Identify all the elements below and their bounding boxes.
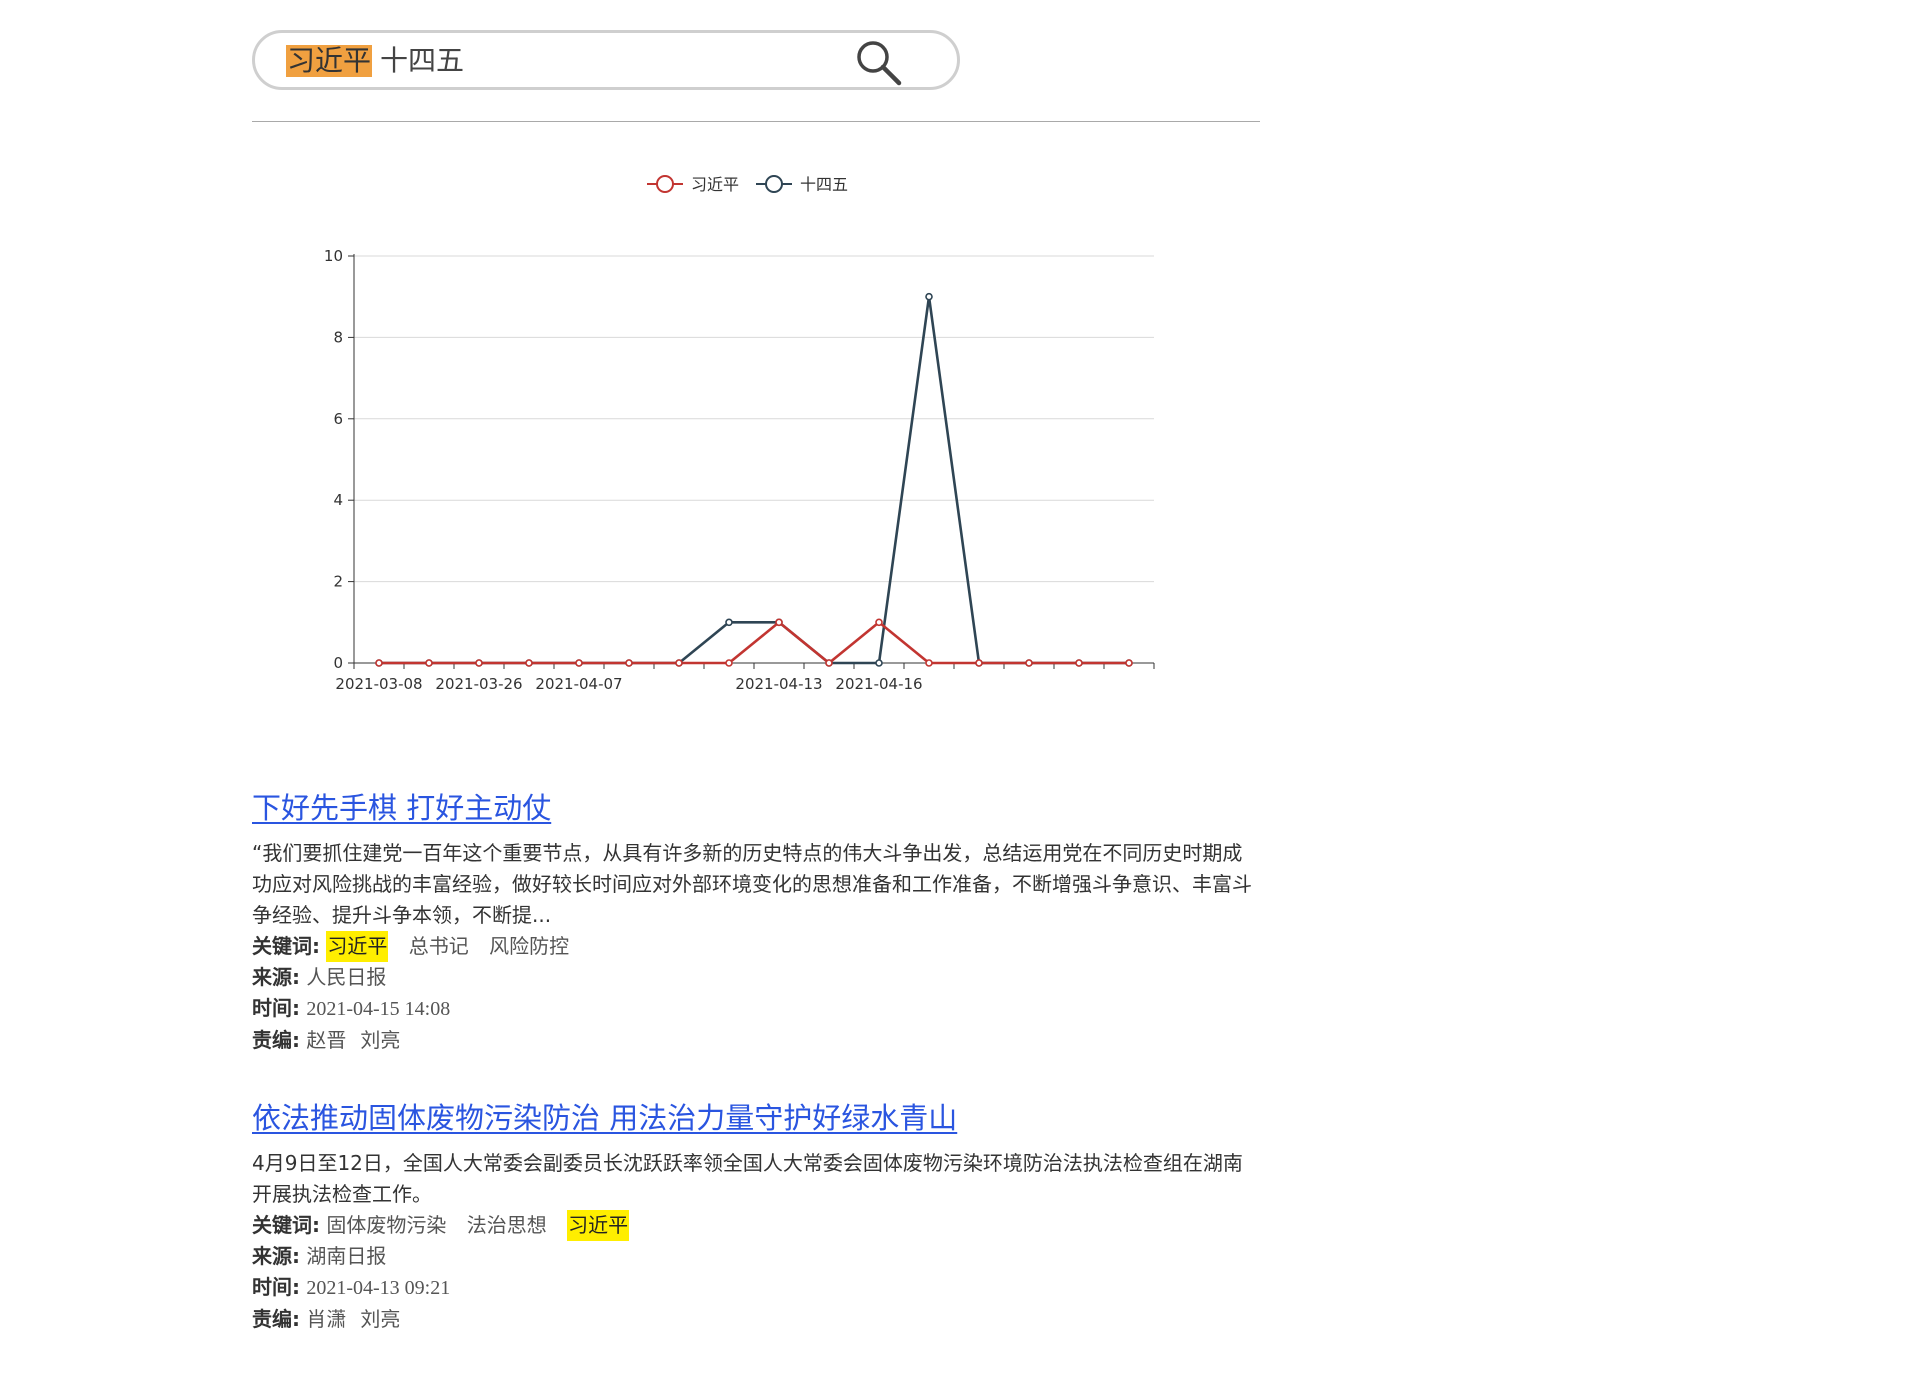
data-point	[625, 659, 633, 667]
search-bar[interactable]: 习近平 十四五	[252, 30, 960, 90]
y-tick-label: 10	[324, 247, 343, 265]
source-label: 来源:	[252, 965, 300, 989]
result-time: 时间: 2021-04-13 09:21	[252, 1272, 1260, 1304]
result-keywords: 关键词: 习近平 总书记 风险防控	[252, 931, 1260, 962]
data-point	[725, 618, 733, 627]
legend-label: 习近平	[691, 175, 739, 194]
keywords-label: 关键词:	[252, 1213, 320, 1237]
data-point	[525, 659, 533, 667]
y-tick-label: 8	[333, 328, 343, 346]
result-keywords: 关键词: 固体废物污染 法治思想 习近平	[252, 1210, 1260, 1241]
x-tick-label: 2021-03-26	[435, 675, 522, 693]
y-tick-label: 6	[333, 410, 343, 428]
result-title-link[interactable]: 下好先手棋 打好主动仗	[252, 790, 551, 826]
data-point	[1025, 659, 1033, 667]
data-point	[675, 659, 683, 667]
x-tick-label: 2021-04-16	[835, 675, 922, 693]
editor-name: 赵晋	[306, 1028, 347, 1052]
keyword-tag[interactable]: 习近平	[567, 1210, 630, 1241]
result-item: 依法推动固体废物污染防治 用法治力量守护好绿水青山 4月9日至12日，全国人大常…	[252, 1100, 1260, 1335]
source-label: 来源:	[252, 1244, 300, 1268]
data-point	[425, 659, 433, 667]
trend-chart: 0 2 4 6 8 10 2021-03-08 2021-03-26 2021-04-07 202…	[252, 150, 1260, 720]
y-tick-label: 0	[333, 654, 343, 672]
search-term: 十四五	[380, 44, 465, 77]
series-line	[379, 295, 1129, 665]
editors-label: 责编:	[252, 1028, 300, 1052]
keyword-tag[interactable]: 固体废物污染	[326, 1210, 446, 1241]
source-value: 湖南日报	[306, 1244, 387, 1268]
x-tick-label: 2021-04-07	[535, 675, 622, 693]
editors-label: 责编:	[252, 1307, 300, 1331]
data-point	[875, 618, 883, 627]
source-value: 人民日报	[306, 965, 387, 989]
legend-label: 十四五	[800, 175, 848, 194]
data-point	[575, 659, 583, 667]
series-line	[379, 620, 1129, 665]
time-value: 2021-04-13 09:21	[306, 1277, 451, 1299]
x-tick-label: 2021-04-13	[735, 675, 822, 693]
data-point	[475, 659, 483, 667]
keywords-label: 关键词:	[252, 934, 320, 958]
result-editors: 责编: 肖潇 刘亮	[252, 1304, 1260, 1335]
data-point	[875, 659, 883, 667]
keyword-tag[interactable]: 习近平	[326, 931, 389, 962]
search-icon[interactable]	[853, 37, 905, 89]
keyword-tag[interactable]: 总书记	[409, 931, 469, 962]
keyword-tag[interactable]: 法治思想	[467, 1210, 547, 1241]
search-term-highlighted: 习近平	[286, 44, 373, 77]
data-point	[725, 659, 733, 667]
result-time: 时间: 2021-04-15 14:08	[252, 993, 1260, 1025]
data-point	[1075, 659, 1083, 667]
legend-marker	[656, 175, 674, 193]
data-point	[825, 659, 833, 667]
search-query[interactable]: 习近平 十四五	[286, 45, 464, 77]
time-value: 2021-04-15 14:08	[306, 998, 451, 1020]
data-point	[925, 292, 933, 301]
y-tick-label: 4	[333, 491, 343, 509]
legend-marker	[765, 175, 783, 193]
results-list: 下好先手棋 打好主动仗 “我们要抓住建党一百年这个重要节点，从具有许多新的历史特…	[252, 790, 1260, 1379]
result-source: 来源: 人民日报	[252, 962, 1260, 993]
result-summary: “我们要抓住建党一百年这个重要节点，从具有许多新的历史特点的伟大斗争出发，总结运…	[252, 841, 1252, 927]
result-source: 来源: 湖南日报	[252, 1241, 1260, 1272]
keyword-tag[interactable]: 风险防控	[489, 931, 569, 962]
trend-chart-svg: 0 2 4 6 8 10 2021-03-08 2021-03-26 2021-04-07 202…	[324, 175, 1155, 693]
data-point	[775, 618, 783, 627]
divider	[252, 121, 1260, 122]
time-label: 时间:	[252, 1275, 300, 1299]
data-point	[375, 659, 383, 667]
result-title-link[interactable]: 依法推动固体废物污染防治 用法治力量守护好绿水青山	[252, 1100, 957, 1136]
result-item: 下好先手棋 打好主动仗 “我们要抓住建党一百年这个重要节点，从具有许多新的历史特…	[252, 790, 1260, 1056]
editor-name: 肖潇	[306, 1307, 347, 1331]
y-tick-label: 2	[333, 573, 343, 591]
data-point	[1125, 659, 1133, 667]
editor-name: 刘亮	[360, 1028, 401, 1052]
editor-name: 刘亮	[360, 1307, 401, 1331]
result-summary: 4月9日至12日，全国人大常委会副委员长沈跃跃率领全国人大常委会固体废物污染环境…	[252, 1151, 1243, 1206]
result-editors: 责编: 赵晋 刘亮	[252, 1025, 1260, 1056]
time-label: 时间:	[252, 996, 300, 1020]
x-tick-label: 2021-03-08	[335, 675, 422, 693]
data-point	[925, 659, 933, 667]
data-point	[975, 659, 983, 667]
